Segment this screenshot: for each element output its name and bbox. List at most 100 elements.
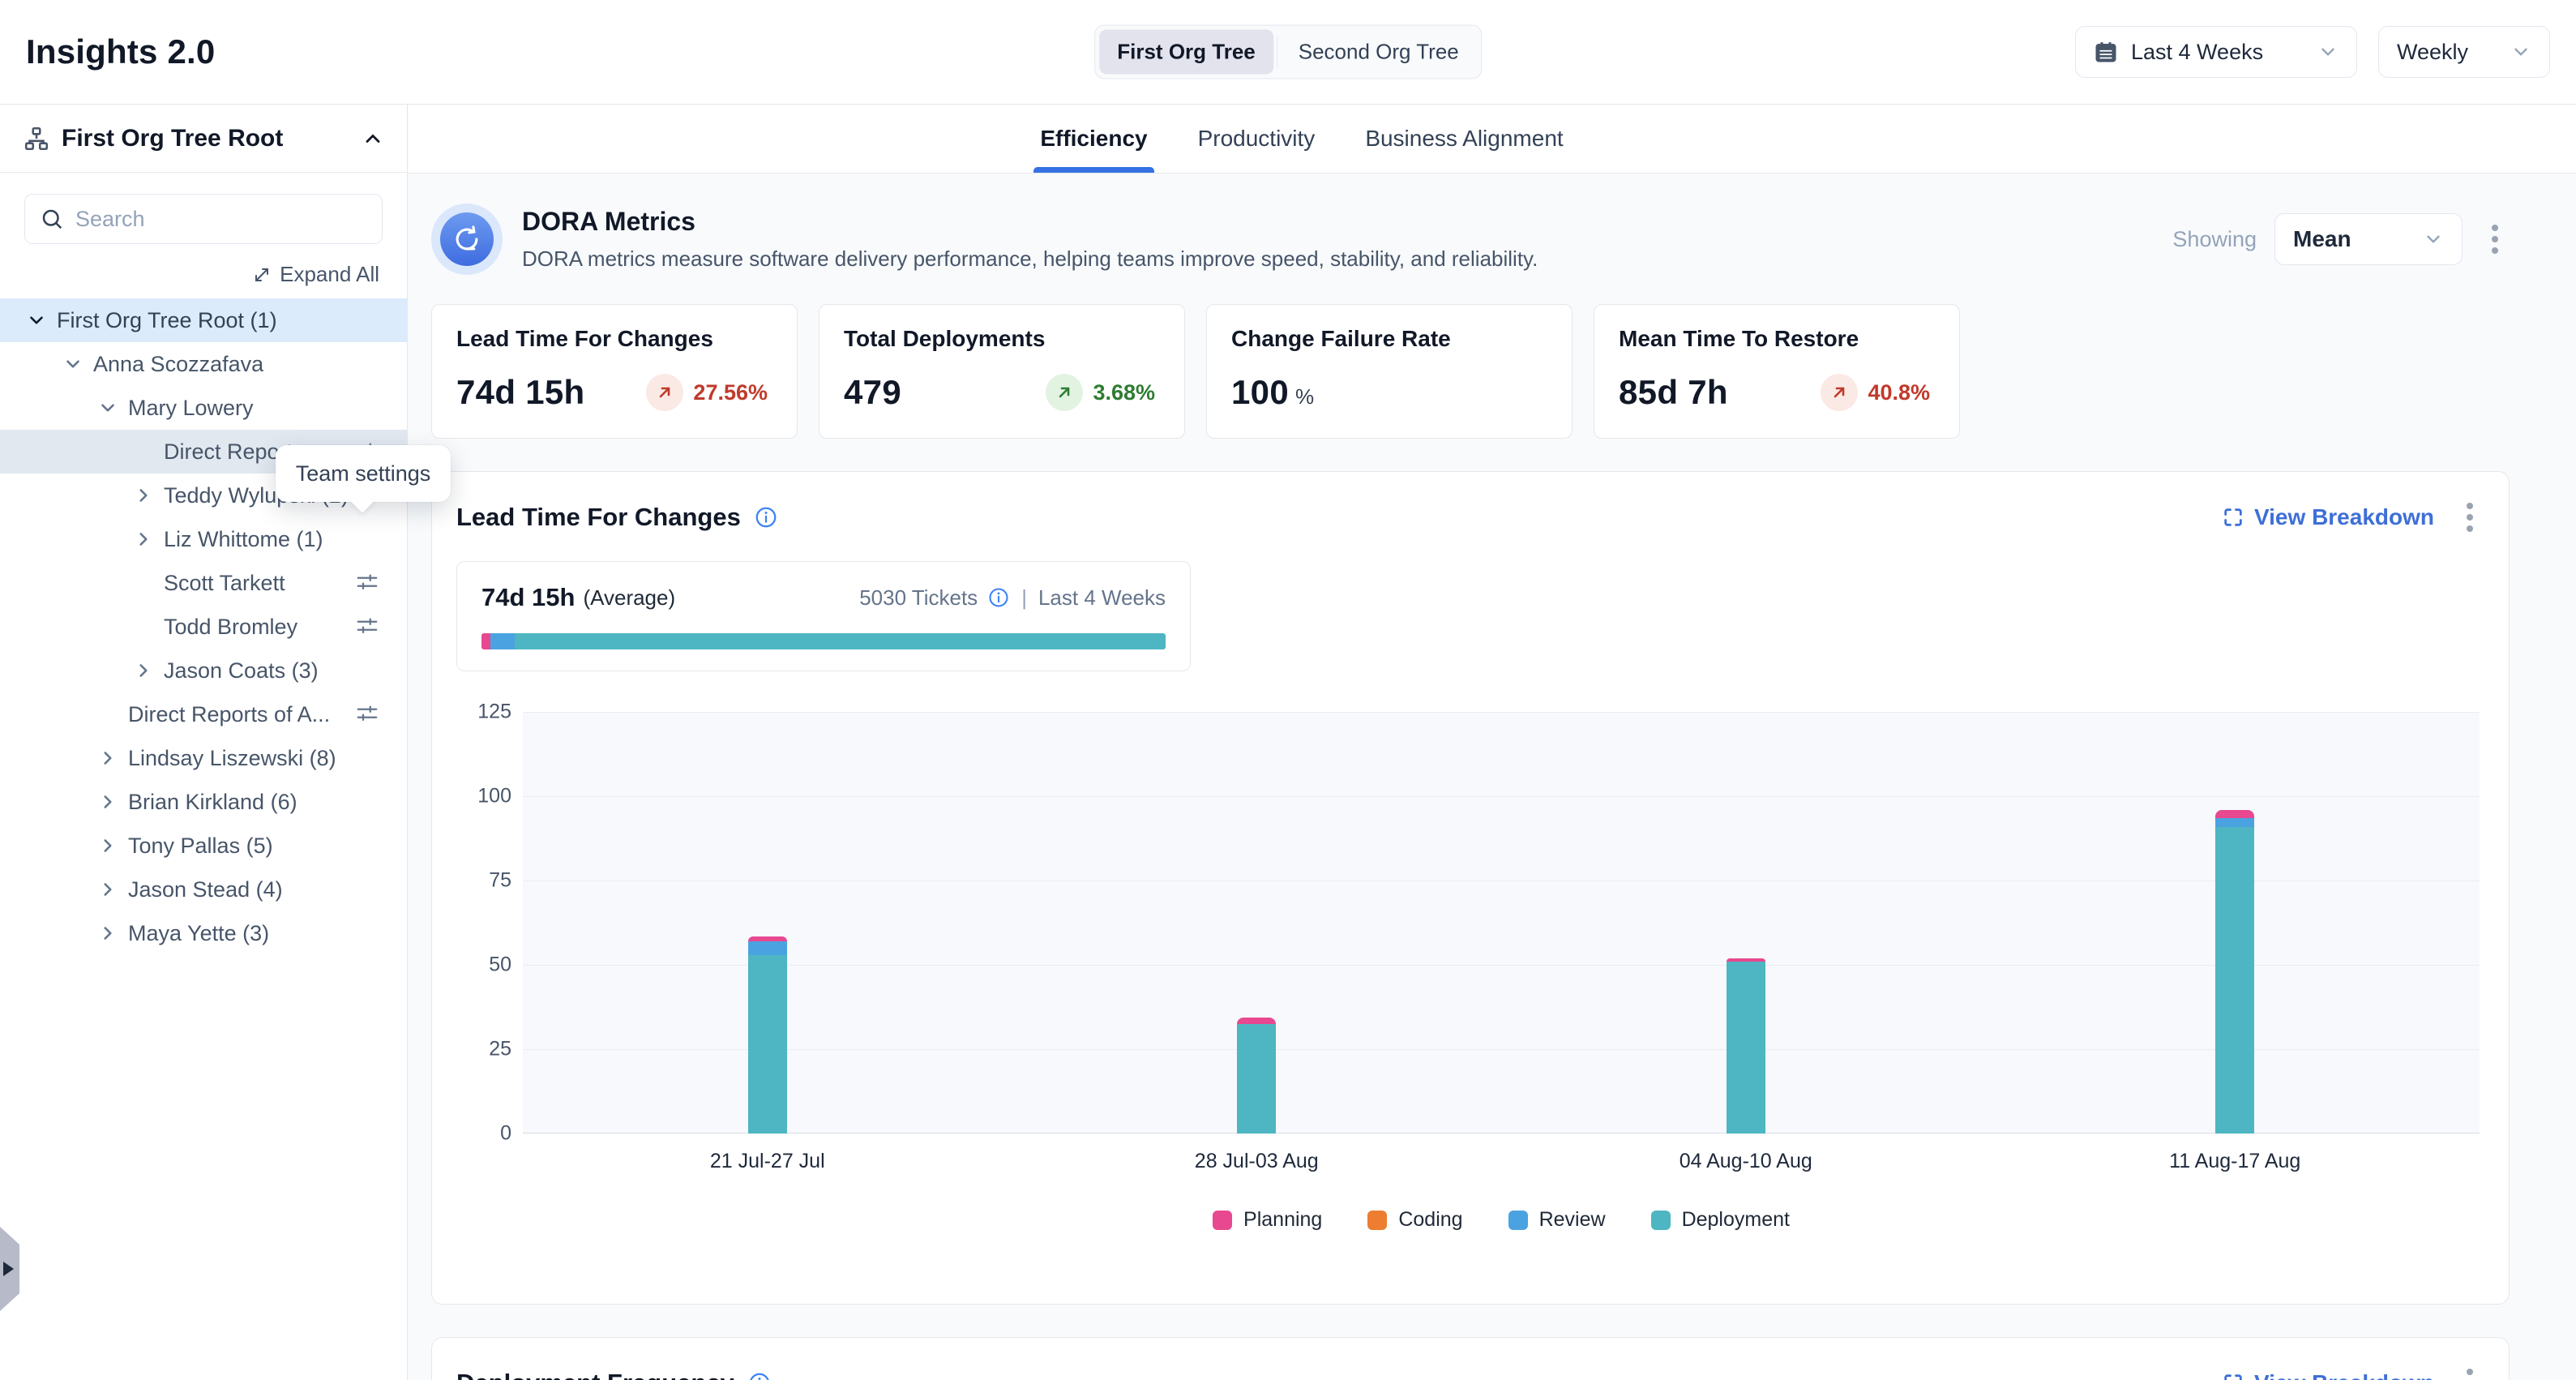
legend-label: Coding (1398, 1208, 1462, 1232)
chevron-down-icon (2423, 229, 2444, 250)
bar-11-aug-17-aug (2215, 810, 2254, 1134)
metric-card-title: Change Failure Rate (1231, 326, 1547, 352)
tree-item-label: Jason Stead (4) (128, 877, 283, 902)
sidebar-header[interactable]: First Org Tree Root (0, 105, 407, 173)
tree-item-anna-scozzafava[interactable]: Anna Scozzafava (0, 342, 407, 386)
dora-kebab-menu[interactable] (2480, 216, 2510, 262)
metric-card-value-row: 74d 15h27.56% (456, 373, 772, 412)
chevron-up-icon[interactable] (362, 127, 384, 150)
search-input[interactable] (75, 207, 367, 232)
x-axis-tick-label: 28 Jul-03 Aug (1195, 1150, 1319, 1173)
legend-swatch-planning (1213, 1211, 1232, 1230)
toggle-first-org-tree[interactable]: First Org Tree (1099, 30, 1273, 75)
lead-time-summary-card: 74d 15h (Average) 5030 Tickets | Last 4 … (456, 561, 1191, 671)
trend-up-icon (1046, 374, 1083, 411)
chevron-right-icon[interactable] (96, 748, 120, 769)
lead-time-kebab-menu[interactable] (2455, 495, 2484, 540)
tree-item-mary-lowery[interactable]: Mary Lowery (0, 386, 407, 430)
tree-item-lindsay-liszewski-8[interactable]: Lindsay Liszewski (8) (0, 736, 407, 780)
chevron-down-icon[interactable] (61, 354, 85, 375)
period-select[interactable]: Last 4 Weeks (2075, 26, 2357, 78)
chevron-right-icon[interactable] (96, 879, 120, 900)
lead-time-panel-header: Lead Time For Changes View Breakdown (456, 495, 2484, 540)
expand-all-label: Expand All (280, 262, 379, 287)
bar-segment-review (2215, 818, 2254, 827)
tree-item-label: Anna Scozzafava (93, 352, 263, 377)
sidebar: First Org Tree Root Expand All First Org… (0, 105, 408, 1380)
tree-item-label: Liz Whittome (1) (164, 527, 323, 552)
lead-time-average-qualifier: (Average) (583, 585, 675, 611)
showing-select[interactable]: Mean (2274, 213, 2463, 265)
dora-icon-ring (431, 204, 503, 275)
view-breakdown-label: View Breakdown (2254, 1370, 2434, 1380)
tree-item-todd-bromley[interactable]: Todd Bromley (0, 605, 407, 649)
tree-item-tony-pallas-5[interactable]: Tony Pallas (5) (0, 824, 407, 868)
metric-card-change-failure-rate: Change Failure Rate100% (1206, 304, 1573, 439)
tree-item-label: Lindsay Liszewski (8) (128, 746, 336, 771)
metric-card-mean-time-to-restore: Mean Time To Restore85d 7h40.8% (1594, 304, 1960, 439)
org-tree-toggle: First Org Tree Second Org Tree (1094, 25, 1482, 79)
metric-card-value-row: 4793.68% (844, 373, 1160, 412)
bar-segment-review (748, 941, 787, 955)
lead-time-view-breakdown-link[interactable]: View Breakdown (2222, 504, 2434, 530)
tree-item-first-org-tree-root-1[interactable]: First Org Tree Root (1) (0, 298, 407, 342)
chevron-down-icon[interactable] (24, 310, 49, 331)
header-controls: Last 4 Weeks Weekly (2075, 26, 2550, 78)
chevron-right-icon[interactable] (131, 660, 156, 681)
chevron-right-icon[interactable] (96, 791, 120, 812)
deployment-frequency-panel: Deployment Frequency View Breakdown (431, 1337, 2510, 1380)
chevron-right-icon[interactable] (131, 529, 156, 550)
metric-card-value: 479 (844, 373, 901, 412)
tab-business-alignment[interactable]: Business Alignment (1365, 105, 1563, 173)
metric-card-total-deployments: Total Deployments 4793.68% (819, 304, 1185, 439)
tree-item-liz-whittome-1[interactable]: Liz Whittome (1) (0, 517, 407, 561)
legend-label: Planning (1243, 1208, 1322, 1232)
deployment-frequency-panel-title: Deployment Frequency (456, 1369, 734, 1380)
y-axis-tick-label: 25 (447, 1038, 511, 1061)
chevron-down-icon[interactable] (96, 397, 120, 418)
dora-titles: DORA Metrics DORA metrics measure softwa… (522, 207, 1538, 272)
info-icon[interactable] (754, 505, 778, 529)
tree-item-scott-tarkett[interactable]: Scott Tarkett (0, 561, 407, 605)
chevron-right-icon[interactable] (96, 835, 120, 856)
tabs-row: Efficiency Productivity Business Alignme… (409, 105, 2576, 174)
tree-item-direct-reports-of-a[interactable]: Direct Reports of A... (0, 692, 407, 736)
meta-divider: | (1020, 585, 1029, 611)
toggle-second-org-tree[interactable]: Second Org Tree (1281, 30, 1477, 75)
tree-item-label: Todd Bromley (164, 615, 297, 640)
x-axis-tick-label: 11 Aug-17 Aug (2169, 1150, 2300, 1173)
trend-up-icon (646, 374, 683, 411)
info-icon[interactable] (987, 586, 1010, 609)
chevron-right-icon[interactable] (96, 923, 120, 944)
metric-card-title: Total Deployments (844, 326, 1160, 352)
tab-efficiency[interactable]: Efficiency (1040, 105, 1147, 173)
tree-item-label: Scott Tarkett (164, 571, 285, 596)
deployment-frequency-view-breakdown-link[interactable]: View Breakdown (2222, 1370, 2434, 1380)
deployment-frequency-kebab-menu[interactable] (2455, 1361, 2484, 1380)
expand-all-button[interactable]: Expand All (0, 262, 379, 287)
app-body: First Org Tree Root Expand All First Org… (0, 105, 2576, 1380)
tree-item-jason-coats-3[interactable]: Jason Coats (3) (0, 649, 407, 692)
tab-productivity[interactable]: Productivity (1198, 105, 1316, 173)
team-settings-icon[interactable] (355, 702, 379, 726)
legend-swatch-review (1508, 1211, 1528, 1230)
dora-description: DORA metrics measure software delivery p… (522, 246, 1538, 272)
content-area: DORA Metrics DORA metrics measure softwa… (409, 174, 2576, 1380)
metric-card-value-row: 85d 7h40.8% (1619, 373, 1935, 412)
sidebar-title: First Org Tree Root (62, 125, 350, 152)
chevron-right-icon[interactable] (131, 485, 156, 506)
team-settings-icon[interactable] (355, 571, 379, 595)
info-icon[interactable] (747, 1371, 772, 1380)
tree-item-brian-kirkland-6[interactable]: Brian Kirkland (6) (0, 780, 407, 824)
y-axis-tick-label: 0 (447, 1122, 511, 1146)
sidebar-collapse-handle[interactable] (0, 1227, 19, 1311)
granularity-select[interactable]: Weekly (2378, 26, 2550, 78)
bar-segment-planning (1237, 1018, 1276, 1024)
tickets-count: 5030 Tickets (859, 585, 978, 611)
tree-item-maya-yette-3[interactable]: Maya Yette (3) (0, 911, 407, 955)
tree-item-jason-stead-4[interactable]: Jason Stead (4) (0, 868, 407, 911)
tree-item-label: Brian Kirkland (6) (128, 790, 297, 815)
team-settings-icon[interactable] (355, 615, 379, 639)
dora-header: DORA Metrics DORA metrics measure softwa… (431, 204, 2510, 275)
metric-card-delta-value: 27.56% (693, 380, 768, 405)
